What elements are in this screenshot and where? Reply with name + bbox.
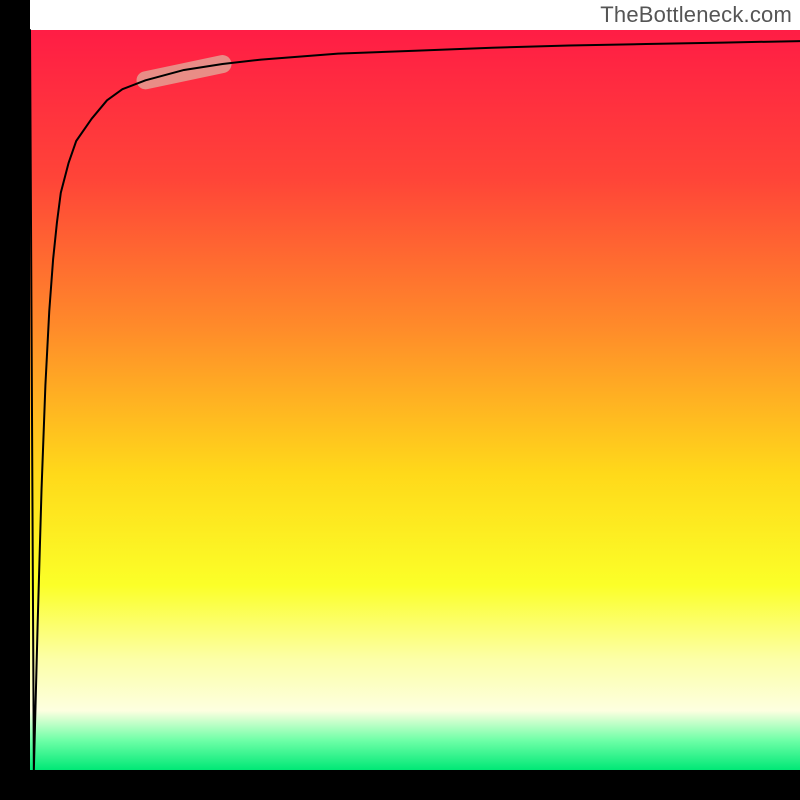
y-axis [0, 0, 30, 800]
x-axis [0, 770, 800, 800]
bottleneck-chart [0, 0, 800, 800]
chart-background [30, 30, 800, 770]
watermark-label: TheBottleneck.com [600, 2, 792, 28]
